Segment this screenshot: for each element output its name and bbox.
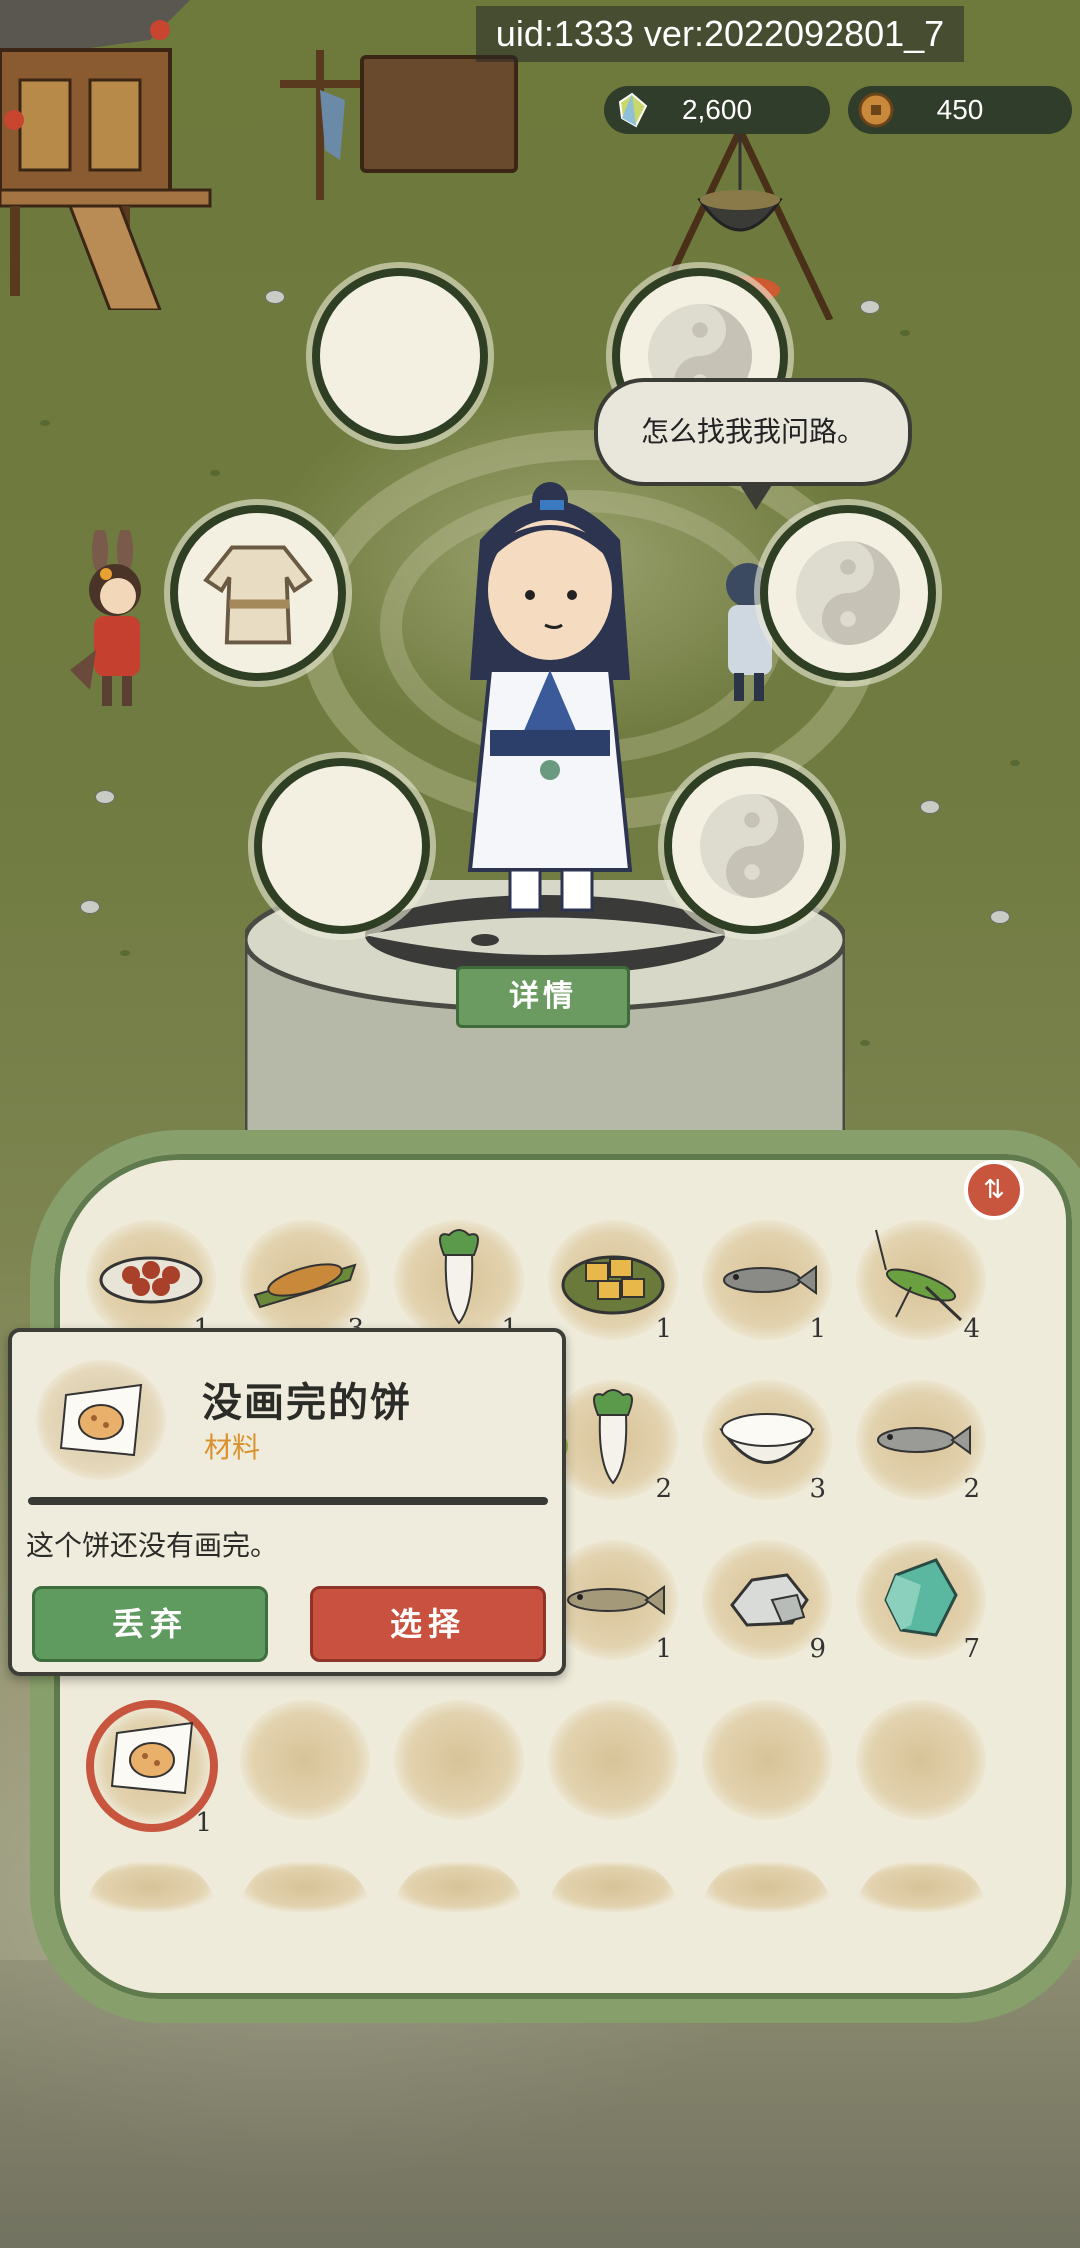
robe-icon [203,545,313,645]
item-count: 3 [809,1474,826,1504]
uid-version-label: uid:1333 ver:2022092801_7 [476,6,964,62]
fish-icon [877,1425,971,1455]
inventory-item[interactable]: 2 [856,1380,986,1504]
grass-tuft [900,330,910,336]
inventory-item[interactable]: 1 [702,1220,832,1344]
divider [28,1497,548,1505]
equip-slot-clothing[interactable] [170,505,346,681]
speech-tail [738,482,774,510]
item-description: 这个饼还没有画完。 [26,1529,279,1562]
discard-button[interactable]: 丢弃 [32,1586,268,1662]
grass-tuft [860,1040,870,1046]
wooden-crate [360,55,518,173]
yin-yang-icon [796,541,900,645]
inventory-item[interactable]: 木 2 [536,1380,678,1504]
item-type: 材料 [204,1431,261,1464]
inventory-slot-empty[interactable] [240,1700,370,1820]
select-button[interactable]: 选择 [310,1586,546,1662]
sort-icon: ⇅ [983,1175,1005,1205]
pebble [860,300,880,314]
inventory-slot-empty[interactable] [394,1700,524,1820]
radish-icon [439,1229,479,1325]
inventory-item[interactable]: 3 [240,1220,370,1344]
item-count: 1 [195,1808,212,1838]
inventory-slot-empty[interactable] [548,1700,678,1820]
stone-icon [730,1573,809,1627]
item-thumbnail [36,1360,166,1480]
inventory-item-selected[interactable]: 1 [86,1700,218,1838]
pebble [920,800,940,814]
item-count: 1 [655,1314,672,1344]
scarecrow [280,50,360,200]
coin-value: 450 [936,94,984,125]
unfinished-cake-icon [110,1721,194,1795]
stilt-house [0,0,212,310]
coin-counter[interactable]: 450 [848,86,1072,134]
meat-platter-icon [99,1256,203,1304]
player-character[interactable] [450,480,650,920]
inventory-item[interactable]: 1 [548,1220,678,1344]
rice-bowl-icon [719,1413,815,1464]
item-name: 没画完的饼 [202,1379,412,1426]
inventory-item[interactable]: 4 [856,1220,986,1344]
equip-slot-empty[interactable] [312,268,488,444]
item-count: 1 [809,1314,826,1344]
pebble [80,900,100,914]
item-count: 9 [809,1634,826,1664]
npc-speech-bubble: 怎么找我我问路。 [594,378,912,510]
inventory-slot-empty[interactable] [702,1700,832,1820]
speech-text: 怎么找我我问路。 [640,415,865,448]
grilled-fish-icon [253,1263,357,1309]
grass-tuft [210,470,220,476]
fish-icon [567,1585,665,1615]
equip-slot-empty[interactable] [254,758,430,934]
pebble [265,290,285,304]
grass-tuft [1010,760,1020,766]
rabbit-girl-npc[interactable] [70,530,165,710]
inventory-item[interactable]: 1 [86,1220,216,1344]
jade-icon [884,1558,958,1637]
item-count: 4 [963,1314,980,1344]
unfinished-cake-icon [59,1383,143,1457]
item-count: 2 [655,1474,672,1504]
crystal-counter[interactable]: 2,600 [604,86,830,134]
item-count: 2 [963,1474,980,1504]
inventory-item[interactable]: 7 [856,1540,986,1664]
fish-icon [723,1265,817,1295]
item-count: 1 [655,1634,672,1664]
radish-icon [593,1389,633,1485]
crystal-value: 2,600 [681,94,753,125]
equip-slot-locked[interactable] [664,758,840,934]
equip-slot-locked[interactable] [760,505,936,681]
grass-tuft [120,950,130,956]
character-detail-button[interactable]: 详情 [456,966,630,1028]
yin-yang-icon [700,794,804,898]
inventory-item[interactable]: 9 [702,1540,832,1664]
inventory-item[interactable]: 3 [702,1380,832,1504]
sort-button[interactable]: ⇅ [964,1160,1024,1220]
tofu-icon [561,1255,665,1315]
pebble [95,790,115,804]
inventory-item[interactable]: 1 [548,1540,678,1664]
item-detail-popup: 没画完的饼 材料 这个饼还没有画完。 丢弃 选择 [8,1328,566,1676]
grass-tuft [40,420,50,426]
grasshopper-icon [875,1229,963,1322]
inventory-slot-empty[interactable] [856,1700,986,1820]
item-count: 7 [963,1634,980,1664]
game-scene: 怎么找我我问路。 详情 uid:1333 ver:2022092801_7 2,… [0,0,1080,2248]
pebble [990,910,1010,924]
inventory-item[interactable]: 1 [394,1220,524,1344]
